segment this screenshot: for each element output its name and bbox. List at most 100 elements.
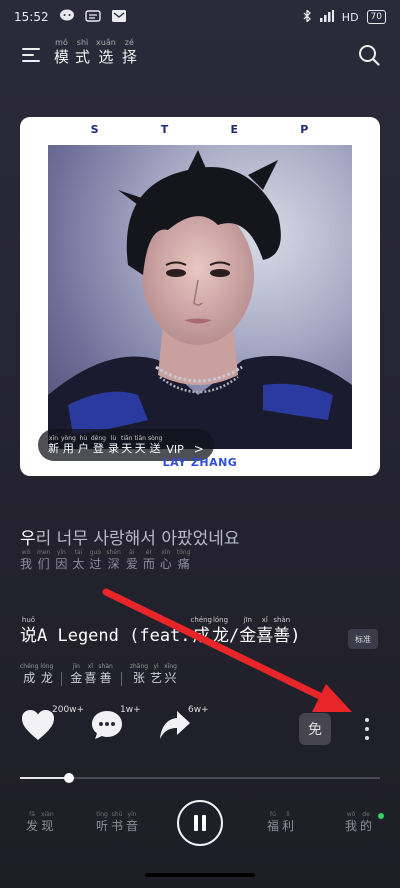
- online-status-dot: [378, 813, 384, 819]
- song-title-char: shàn 善: [273, 616, 290, 647]
- pinyin: fā: [29, 811, 35, 818]
- pinyin: xīn: [161, 549, 171, 556]
- song-title-char: xǐ 喜: [256, 616, 273, 647]
- pinyin: fú: [270, 811, 276, 818]
- hanzi: 新: [48, 441, 59, 455]
- nav-char: wǒ 我: [345, 811, 357, 834]
- hanzi: 福: [267, 819, 280, 833]
- vip-pill-char: sòng 送: [148, 435, 162, 456]
- artist-char: jīn 金: [70, 663, 82, 686]
- artist-divider: [120, 672, 122, 686]
- shopping-notification-icon: [84, 9, 101, 26]
- song-title[interactable]: huǒ 说 A Legend (feat. chéng 成 lóng 龙 / jīn 金 xǐ 喜 sh…: [20, 616, 301, 647]
- album-title-letters: STEP: [20, 123, 380, 136]
- artist-char: zhāng 张: [130, 663, 148, 686]
- pinyin: yì: [153, 663, 159, 670]
- album-cover[interactable]: STEP xīn 新 yòng 用 hù 户 dēng 登 lù 录 tiān …: [20, 117, 380, 476]
- lyric-translation-char: men 们: [37, 549, 50, 572]
- search-icon[interactable]: [358, 44, 380, 66]
- artist-char: lóng 龙: [40, 663, 53, 686]
- pinyin: tīng: [96, 811, 108, 818]
- more-options-icon[interactable]: [360, 716, 374, 742]
- pinyin: ài: [129, 549, 135, 556]
- pinyin: jīn: [72, 663, 80, 670]
- pinyin: shì: [76, 38, 89, 47]
- artist-char: xīng 兴: [164, 663, 177, 686]
- share-count: 6w+: [188, 705, 209, 715]
- song-title-char: lóng 龙: [212, 616, 229, 647]
- comment-button[interactable]: 1w+: [90, 705, 141, 746]
- pinyin: yīn: [56, 549, 66, 556]
- nav-char: xiàn 现: [41, 811, 54, 834]
- hanzi: 金: [239, 626, 257, 646]
- pinyin: chéng: [190, 616, 213, 624]
- song-title-char: jīn 金: [239, 616, 256, 647]
- pinyin: wǒ: [21, 549, 31, 556]
- pinyin: xuǎn: [96, 38, 116, 47]
- pinyin: huǒ: [21, 616, 36, 624]
- artist-char: yì 艺: [150, 663, 162, 686]
- pinyin: lì: [286, 811, 290, 818]
- status-time: 15:52: [14, 10, 49, 24]
- nav-discover[interactable]: fā 发 xiàn 现: [26, 811, 54, 834]
- cover-letter: P: [300, 123, 310, 136]
- menu-icon[interactable]: [22, 46, 42, 64]
- artist-logo: LAY ZHANG: [162, 456, 238, 469]
- nav-char: de 的: [360, 811, 372, 834]
- hanzi: 送: [149, 441, 161, 455]
- pinyin: dēng: [90, 434, 106, 442]
- pause-button[interactable]: [177, 800, 223, 846]
- nav-welfare[interactable]: fú 福 lì 利: [267, 811, 294, 834]
- pinyin: xīng: [164, 663, 177, 670]
- hanzi: 金: [70, 671, 83, 685]
- lyric-translation-char: shēn 深: [106, 549, 120, 572]
- home-indicator[interactable]: [145, 873, 255, 877]
- hanzi: 喜: [84, 671, 97, 685]
- pinyin: men: [37, 549, 51, 556]
- title-char: xuǎn 选: [96, 38, 116, 67]
- mail-notification-icon: [111, 9, 127, 26]
- hanzi: 录: [107, 441, 119, 455]
- vip-pill-char: hù 户: [78, 435, 89, 456]
- pinyin: zhāng: [129, 663, 149, 670]
- mode-select-title[interactable]: mó 模 shì 式 xuǎn 选 zé 择: [54, 38, 137, 67]
- like-button[interactable]: 200w+: [20, 705, 84, 746]
- battery-indicator: 70: [366, 10, 386, 24]
- hanzi: 利: [282, 819, 295, 833]
- artist-name[interactable]: chéng 成 lóng 龙: [20, 663, 53, 686]
- hanzi: 发: [26, 819, 39, 833]
- nav-char: fú 福: [267, 811, 279, 834]
- lyric-translation-char: xīn 心: [160, 549, 172, 572]
- hanzi: 太: [72, 557, 85, 571]
- vip-pill-char: yòng 用: [61, 435, 76, 456]
- title-char: mó 模: [54, 38, 69, 67]
- song-title-close: ): [290, 626, 301, 646]
- hanzi: 兴: [164, 671, 177, 685]
- pinyin: xiàn: [41, 811, 54, 818]
- nav-audiobook[interactable]: tīng 听 shū 书 yīn 音: [96, 811, 138, 834]
- share-icon: [160, 711, 190, 739]
- artist-name[interactable]: zhāng 张 yì 艺 xīng 兴: [130, 663, 177, 686]
- vip-pill-char: xīn 新: [48, 435, 59, 456]
- heart-icon: [22, 710, 54, 740]
- pinyin: lù: [110, 434, 117, 442]
- hanzi: 张: [132, 671, 145, 685]
- title-char: zé 择: [122, 38, 137, 67]
- hanzi: 择: [121, 48, 137, 66]
- hanzi: 痛: [177, 557, 190, 571]
- lyric-translation-char: ér 而: [143, 549, 155, 572]
- progress-thumb[interactable]: [63, 773, 74, 783]
- free-listen-button[interactable]: 免: [299, 713, 331, 745]
- artist-name[interactable]: jīn 金 xǐ 喜 shàn 善: [70, 663, 112, 686]
- artist-char: xǐ 喜: [84, 663, 96, 686]
- current-lyric[interactable]: 우리 너무 사랑해서 아팠었네요: [20, 524, 240, 549]
- nav-char: tīng 听: [96, 811, 108, 834]
- nav-mine[interactable]: wǒ 我 de 的: [345, 811, 372, 834]
- share-button[interactable]: 6w+: [158, 705, 209, 746]
- pinyin: lóng: [212, 616, 229, 624]
- hanzi: 喜: [256, 626, 274, 646]
- quality-badge[interactable]: 标准: [348, 629, 378, 649]
- hanzi: 我: [20, 557, 33, 571]
- lyric-translation-char: guò 过: [89, 549, 101, 572]
- progress-bar[interactable]: [20, 773, 380, 783]
